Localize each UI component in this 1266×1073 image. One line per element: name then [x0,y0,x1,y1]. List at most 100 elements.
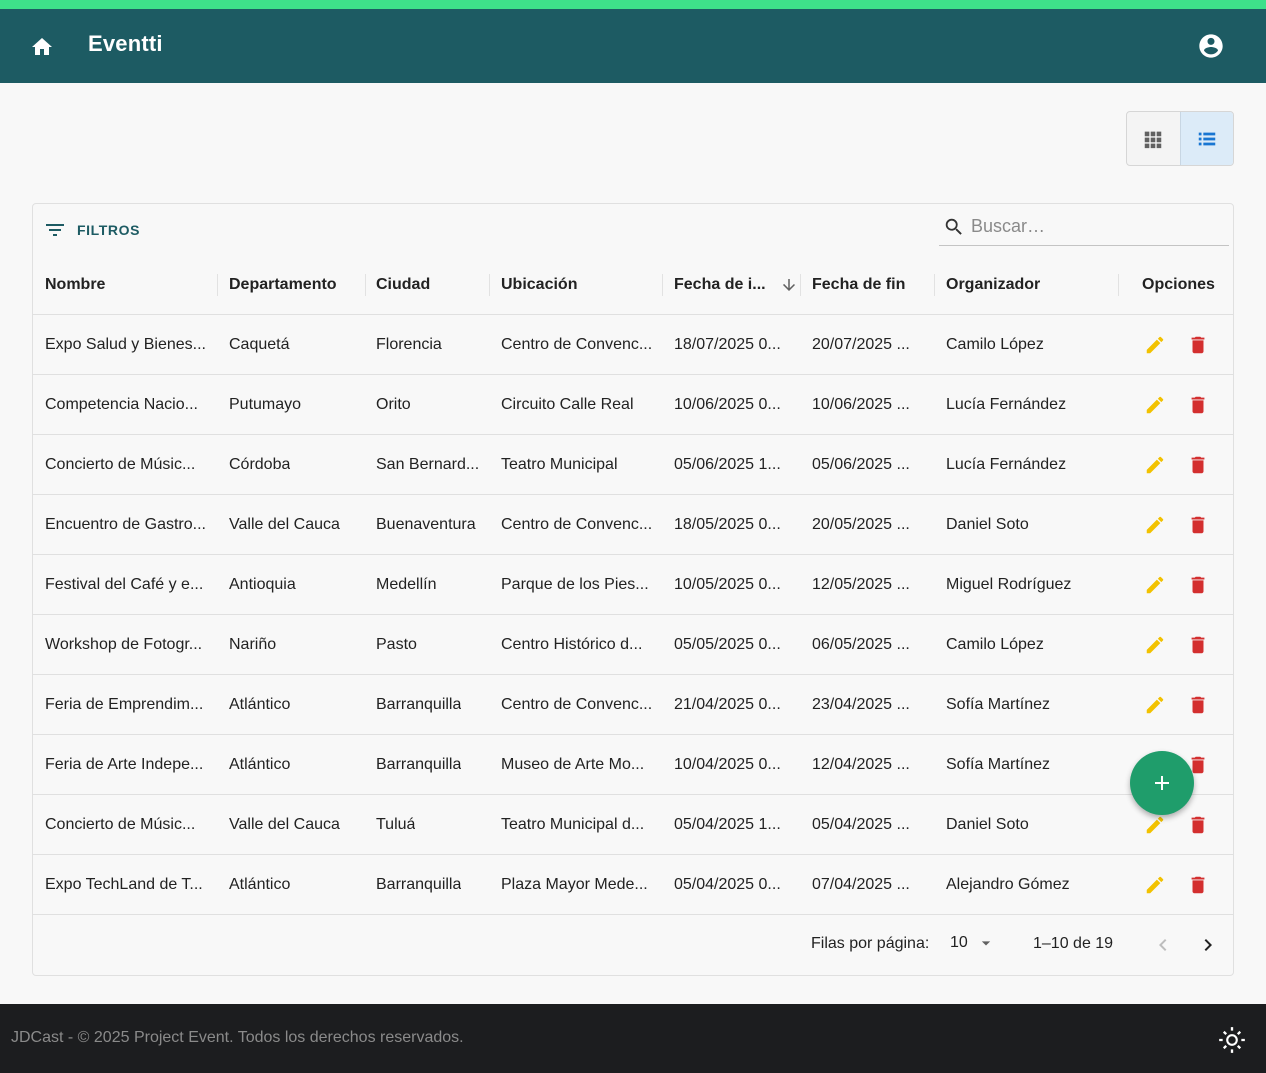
cell-departamento: Atlántico [229,855,365,915]
add-icon [1155,776,1169,790]
table-row[interactable]: Expo TechLand de T... Atlántico Barranquil… [33,855,1233,915]
search-icon [943,216,965,238]
table-row[interactable]: Concierto de Músic... Valle del Cauca Tulu… [33,795,1233,855]
cell-fecha-inicio: 05/04/2025 0... [674,855,792,915]
delete-button[interactable] [1186,393,1210,417]
chevron-right-icon [1204,939,1212,951]
cell-text: Teatro Municipal [501,456,618,473]
cell-text: Centro de Convenc... [501,516,653,533]
cell-fecha-fin: 23/04/2025 ... [812,675,926,735]
column-header-ubicacion[interactable]: Ubicación [501,254,577,315]
column-header-departamento[interactable]: Departamento [229,254,337,315]
cell-text: Putumayo [229,396,302,413]
table-row[interactable]: Expo Salud y Bienes... Caquetá Florencia Ce… [33,315,1233,375]
delete-button[interactable] [1186,873,1210,897]
arrow-down-sort-icon[interactable] [780,276,798,294]
cell-ubicacion: Museo de Arte Mo... [501,735,653,795]
cell-ubicacion: Parque de los Pies... [501,555,653,615]
cell-text: Parque de los Pies... [501,576,649,593]
cell-nombre: Feria de Arte Indepe... [45,735,213,795]
table-row[interactable]: Feria de Arte Indepe... Atlántico Barranqu… [33,735,1233,795]
edit-button[interactable] [1143,333,1167,357]
cell-nombre: Competencia Nacio... [45,375,213,435]
cell-fecha-fin: 20/07/2025 ... [812,315,926,375]
cell-text: 12/05/2025 ... [812,576,910,593]
app-title[interactable]: Eventti [88,31,163,57]
column-header-organizador[interactable]: Organizador [946,254,1040,315]
table-row[interactable]: Competencia Nacio... Putumayo Orito Circuit… [33,375,1233,435]
list-view-button[interactable] [1179,112,1233,165]
edit-button[interactable] [1143,633,1167,657]
cell-text: 05/04/2025 ... [812,816,910,833]
cell-ubicacion: Centro Histórico d... [501,615,653,675]
cell-text: Pasto [376,636,417,653]
cell-text: Camilo López [946,336,1044,353]
cell-departamento: Putumayo [229,375,365,435]
grid-view-button[interactable] [1127,112,1180,165]
cell-text: 05/04/2025 0... [674,876,781,893]
cell-text: Orito [376,396,411,413]
edit-button[interactable] [1143,453,1167,477]
column-header-nombre[interactable]: Nombre [45,254,105,315]
cell-text: Sofía Martínez [946,756,1051,773]
cell-text: 10/06/2025 0... [674,396,781,413]
previous-page-button[interactable] [1150,932,1176,958]
delete-button[interactable] [1186,513,1210,537]
table-row[interactable]: Workshop de Fotogr... Nariño Pasto Centro H… [33,615,1233,675]
column-header-fecha-inicio[interactable]: Fecha de i... [674,254,798,315]
cell-text: Barranquilla [376,696,462,713]
table-row[interactable]: Encuentro de Gastro... Valle del Cauca Bue… [33,495,1233,555]
delete-button[interactable] [1186,453,1210,477]
delete-icon [1191,396,1205,414]
delete-button[interactable] [1186,813,1210,837]
edit-button[interactable] [1143,513,1167,537]
cell-organizador: Daniel Soto [946,495,1114,555]
delete-button[interactable] [1186,633,1210,657]
account-circle-icon [1199,34,1223,58]
cell-text: Tuluá [376,816,416,833]
delete-icon [1191,456,1205,474]
edit-button[interactable] [1143,813,1167,837]
cell-text: Caquetá [229,336,290,353]
cell-ciudad: San Bernard... [376,435,484,495]
table-row[interactable]: Feria de Emprendim... Atlántico Barranquil… [33,675,1233,735]
list-view-icon [1198,132,1216,145]
column-header-fecha-fin[interactable]: Fecha de fin [812,254,905,315]
table-row[interactable]: Festival del Café y e... Antioquia Medellí… [33,555,1233,615]
edit-icon [1146,396,1164,414]
cell-organizador: Camilo López [946,615,1114,675]
delete-button[interactable] [1186,573,1210,597]
copyright-text: JDCast - © 2025 Project Event. Todos los… [11,1029,464,1046]
cell-departamento: Antioquia [229,555,365,615]
account-button[interactable] [1196,31,1226,61]
edit-button[interactable] [1143,693,1167,717]
cell-ciudad: Buenaventura [376,495,484,555]
cell-text: 06/05/2025 ... [812,636,910,653]
cell-text: Lucía Fernández [946,456,1067,473]
edit-button[interactable] [1143,873,1167,897]
rows-per-page-select[interactable]: 10 [950,933,996,953]
cell-text: Sofía Martínez [946,696,1051,713]
edit-button[interactable] [1143,573,1167,597]
column-header-ciudad[interactable]: Ciudad [376,254,430,315]
delete-button[interactable] [1186,333,1210,357]
add-event-button[interactable] [1130,751,1194,815]
cell-text: Workshop de Fotogr... [45,636,203,653]
delete-button[interactable] [1186,693,1210,717]
edit-icon [1146,576,1164,594]
rows-per-page-label: Filas por página: [811,935,930,952]
cell-nombre: Encuentro de Gastro... [45,495,213,555]
dropdown-arrow-icon [981,941,990,946]
next-page-button[interactable] [1195,932,1221,958]
theme-toggle-button[interactable] [1218,1026,1246,1054]
cell-fecha-inicio: 21/04/2025 0... [674,675,792,735]
cell-nombre: Festival del Café y e... [45,555,213,615]
home-button[interactable] [28,33,56,61]
edit-button[interactable] [1143,393,1167,417]
filters-label: FILTROS [77,222,141,238]
search-input[interactable] [971,216,1221,237]
cell-text: 20/05/2025 ... [812,516,910,533]
filters-button[interactable]: FILTROS [43,218,140,242]
table-row[interactable]: Concierto de Músic... Córdoba San Bernard.… [33,435,1233,495]
cell-text: Alejandro Gómez [946,876,1070,893]
